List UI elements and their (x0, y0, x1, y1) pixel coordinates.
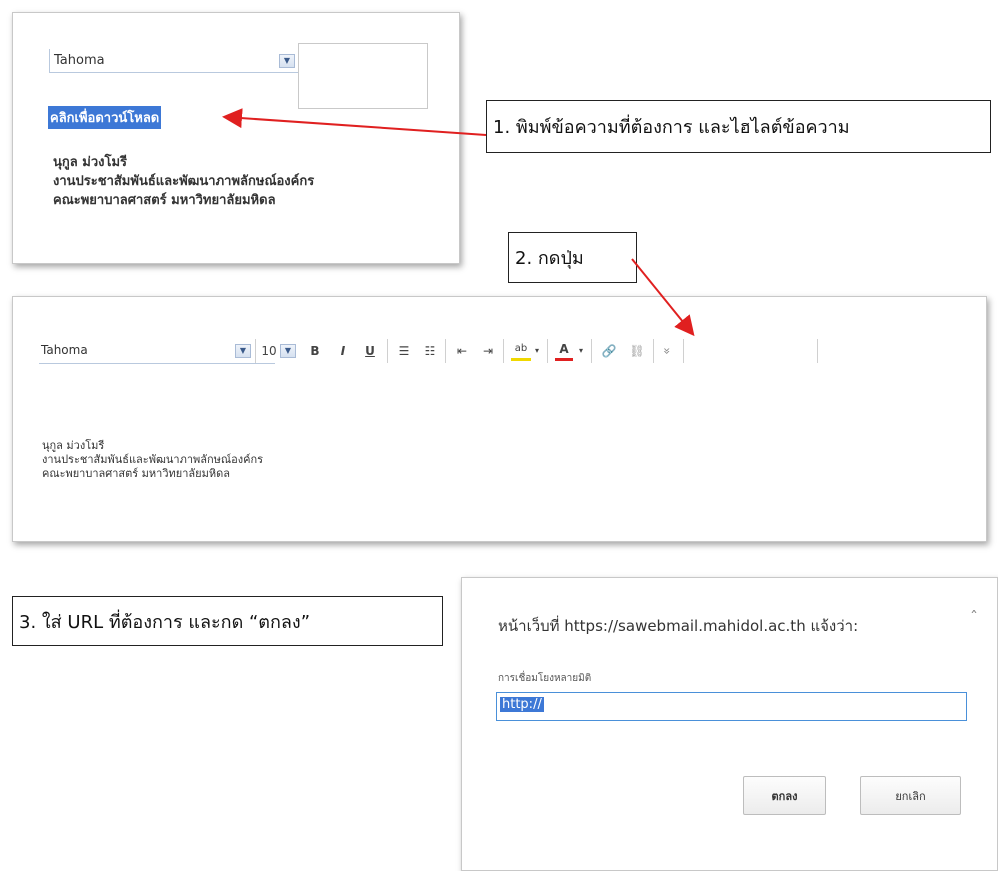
annotation-arrows (222, 108, 695, 337)
arrow-to-selected-text (222, 108, 487, 136)
arrow-to-link-button (631, 258, 695, 337)
